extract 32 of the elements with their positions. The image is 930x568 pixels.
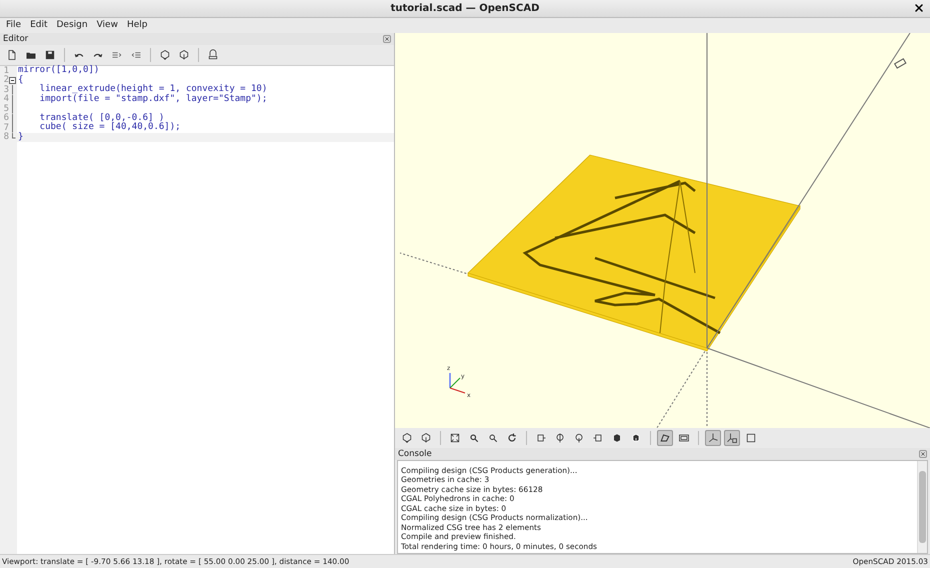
code-line: linear_extrude(height = 1, convexity = 10) [38,85,268,94]
line-number: 7 [2,122,9,133]
close-icon[interactable] [383,35,391,43]
code-line: { [17,76,24,85]
fold-toggle-icon[interactable] [9,76,16,84]
menu-item[interactable]: View [96,20,118,33]
menu-item[interactable]: Design [56,20,88,33]
close-icon[interactable] [919,450,927,458]
line-number: 6 [2,113,9,124]
menu-item[interactable]: Edit [30,20,48,33]
panel-title: Editor [3,34,28,44]
menu-item[interactable]: Help [126,20,148,33]
line-number: 1 [2,66,9,76]
code-line: mirror([1,0,0]) [17,66,100,75]
code-line: translate( [0,0,-0.6] ) [38,114,164,122]
line-number: 2 [2,75,9,86]
window-title: tutorial.scad — OpenSCAD [390,3,540,14]
panel-title: Console [398,449,432,459]
code-line: import(file = "stamp.dxf", layer="Stamp"); [38,94,268,104]
menu-item[interactable]: File [6,20,22,33]
marker-icon [894,58,907,69]
scrollbar-thumb[interactable] [919,471,926,543]
axes-icon[interactable] [705,430,721,446]
scale-markers-icon[interactable] [724,430,740,446]
perspective-icon[interactable] [657,430,673,446]
axes-indicator-icon [450,372,466,394]
line-number: 4 [2,94,9,104]
line-number: 3 [2,84,9,95]
line-number: 5 [2,104,9,114]
code-line: cube( size = [40,40,0.6]); [38,123,182,132]
code-editor[interactable]: 1 2 3 4 5 6 7 8 mirror([1,0,0]) { linear_extrude(height = 1, convexity = 10) import(file = "stamp.dxf", layer="Stamp"); translate( [0,0,-0.6] ) cube( size = [40,40,0.6]); } [0,65,394,554]
line-number: 8 [2,132,9,142]
